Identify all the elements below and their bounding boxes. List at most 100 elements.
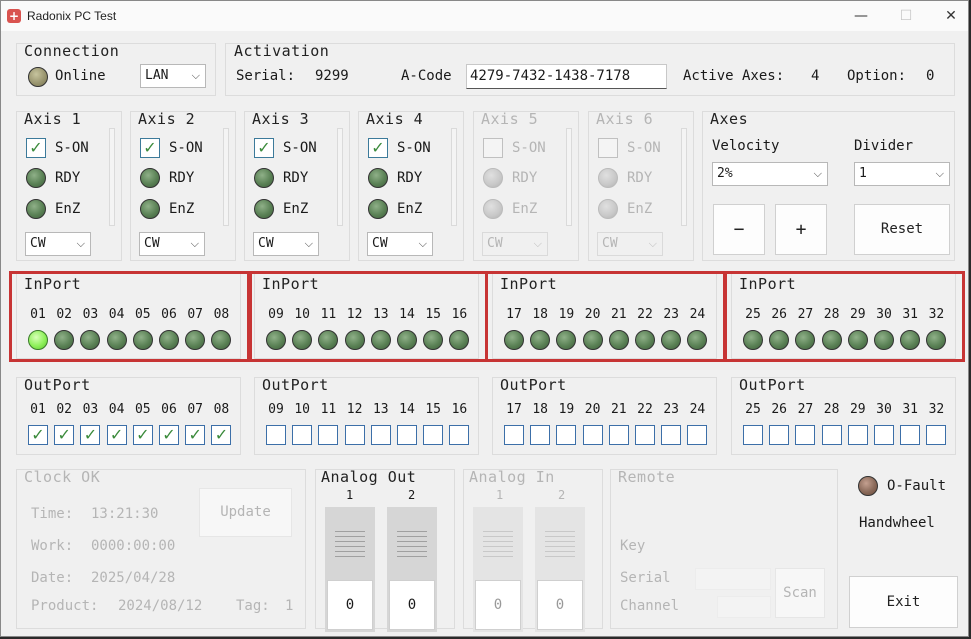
analog-out-label: Analog Out — [321, 468, 417, 486]
minimize-button[interactable]: — — [838, 4, 884, 28]
chevron-down-icon: ⌵ — [648, 237, 657, 250]
outport-number: 20 — [584, 402, 601, 417]
enz-led-icon — [254, 199, 274, 219]
outport-checkbox[interactable] — [423, 425, 444, 445]
direction-select[interactable]: CW ⌵ — [482, 232, 548, 256]
son-checkbox[interactable] — [598, 138, 618, 158]
serial-value: 9299 — [315, 68, 349, 84]
analog-in-group: Analog In 1 2 0 0 — [463, 468, 603, 632]
outport-checkbox[interactable] — [926, 425, 947, 445]
analog-out-slider-1[interactable]: 0 — [325, 507, 375, 632]
analog-out-slider-2[interactable]: 0 — [387, 507, 437, 632]
son-label: S-ON — [627, 140, 661, 156]
online-status: Online — [55, 68, 106, 84]
outport-checkbox[interactable] — [292, 425, 313, 445]
connection-type-select[interactable]: LAN ⌵ — [140, 64, 206, 88]
outport-checkbox[interactable] — [900, 425, 921, 445]
axis-level-bar — [566, 128, 572, 226]
outport-checkbox[interactable]: ✓ — [106, 425, 127, 445]
outport-checkbox[interactable] — [769, 425, 790, 445]
divider-select[interactable]: 1 ⌵ — [854, 162, 950, 186]
chevron-down-icon: ⌵ — [813, 167, 822, 180]
ofault-led-icon — [858, 476, 878, 496]
outport-checkbox[interactable] — [530, 425, 551, 445]
outport-checkbox[interactable] — [370, 425, 391, 445]
outport-checkbox[interactable] — [687, 425, 708, 445]
direction-select[interactable]: CW ⌵ — [25, 232, 91, 256]
outport-checkbox[interactable]: ✓ — [132, 425, 153, 445]
son-checkbox[interactable]: ✓ — [140, 138, 160, 158]
outport-number: 06 — [161, 402, 177, 417]
son-checkbox[interactable]: ✓ — [254, 138, 274, 158]
analog-in-value-2: 0 — [537, 580, 583, 630]
product-label: Product: — [31, 598, 99, 614]
outport-group-4: OutPort 25 26 27 28 29 30 31 32 — [731, 376, 956, 455]
chevron-down-icon: ⌵ — [191, 69, 200, 82]
time-label: Time: — [31, 506, 74, 522]
update-button[interactable]: Update — [199, 488, 292, 537]
son-checkbox[interactable]: ✓ — [368, 138, 388, 158]
velocity-minus-button[interactable]: − — [713, 204, 765, 255]
analog-in-value-1: 0 — [475, 580, 521, 630]
outport-checkbox[interactable] — [556, 425, 577, 445]
outport-number: 10 — [294, 402, 311, 417]
outport-checkbox[interactable] — [821, 425, 842, 445]
outport-checkbox[interactable]: ✓ — [159, 425, 179, 445]
scan-button[interactable]: Scan — [775, 568, 825, 618]
exit-button[interactable]: Exit — [849, 576, 958, 628]
analog-out-ch1-num: 1 — [346, 488, 354, 502]
outport-checkbox[interactable]: ✓ — [80, 425, 101, 445]
outport-checkbox[interactable] — [661, 425, 682, 445]
rdy-label: RDY — [397, 170, 423, 186]
direction-value: CW — [144, 236, 160, 251]
outport-checkbox[interactable] — [344, 425, 365, 445]
outport-checkbox[interactable] — [266, 425, 286, 445]
outport-number: 28 — [823, 402, 840, 417]
reset-button[interactable]: Reset — [854, 204, 950, 255]
axis-level-bar — [223, 128, 229, 226]
direction-select[interactable]: CW ⌵ — [597, 232, 663, 256]
outport-checkbox[interactable] — [874, 425, 894, 445]
enz-label: EnZ — [512, 201, 538, 217]
outport-checkbox[interactable] — [847, 425, 868, 445]
connection-type-value: LAN — [145, 68, 169, 83]
option-value: 0 — [926, 68, 935, 84]
acode-input[interactable]: 4279-7432-1438-7178 — [466, 64, 667, 89]
outport-checkbox[interactable]: ✓ — [54, 425, 75, 445]
outport-checkbox[interactable]: ✓ — [185, 425, 206, 445]
outport-checkbox[interactable] — [608, 425, 629, 445]
enz-led-icon — [483, 199, 503, 219]
divider-label: Divider — [854, 138, 914, 154]
son-checkbox[interactable] — [483, 138, 503, 158]
outport-checkbox[interactable] — [795, 425, 816, 445]
velocity-select[interactable]: 2% ⌵ — [712, 162, 828, 186]
son-checkbox[interactable]: ✓ — [26, 138, 46, 158]
outport-checkbox[interactable] — [449, 425, 470, 445]
outport-label: OutPort — [739, 376, 806, 394]
remote-serial-field[interactable] — [695, 568, 771, 590]
maximize-button[interactable]: ☐ — [883, 4, 929, 28]
axis-3-group: Axis 3 ✓ S-ON RDY EnZ CW ⌵ — [244, 110, 350, 261]
outport-checkbox[interactable] — [743, 425, 763, 445]
velocity-plus-button[interactable]: + — [775, 204, 827, 255]
chevron-down-icon: ⌵ — [190, 237, 199, 250]
outport-checkbox[interactable] — [582, 425, 603, 445]
outport-checkbox[interactable] — [397, 425, 417, 445]
velocity-value: 2% — [717, 166, 733, 181]
direction-value: CW — [487, 236, 503, 251]
outport-checkbox[interactable] — [318, 425, 339, 445]
outport-checkbox[interactable] — [504, 425, 524, 445]
activation-label: Activation — [234, 42, 330, 60]
date-label: Date: — [31, 570, 74, 586]
channel-field[interactable] — [717, 596, 771, 618]
close-button[interactable]: ✕ — [928, 4, 971, 28]
outport-number: 21 — [610, 402, 627, 417]
outport-checkbox[interactable]: ✓ — [28, 425, 48, 445]
outport-checkbox[interactable] — [635, 425, 655, 445]
direction-select[interactable]: CW ⌵ — [139, 232, 205, 256]
outport-checkbox[interactable]: ✓ — [211, 425, 232, 445]
direction-select[interactable]: CW ⌵ — [367, 232, 433, 256]
direction-select[interactable]: CW ⌵ — [253, 232, 319, 256]
axis-label: Axis 4 — [366, 110, 424, 128]
outport-number: 15 — [425, 402, 442, 417]
